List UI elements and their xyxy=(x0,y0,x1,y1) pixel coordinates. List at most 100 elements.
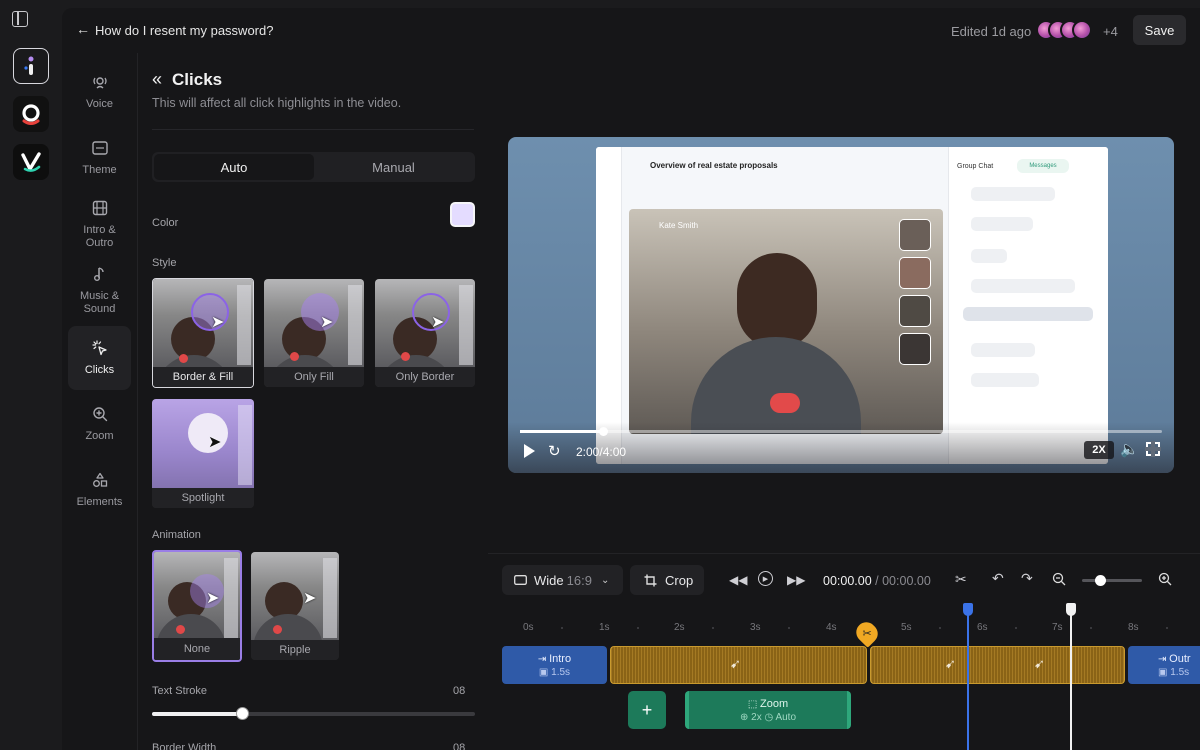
clock-icon: ◷ xyxy=(764,711,776,723)
fast-forward-icon[interactable]: ▶▶ xyxy=(787,573,805,587)
style-caption: Only Border xyxy=(375,367,475,387)
nav-item-theme[interactable]: Theme xyxy=(68,126,131,190)
recorded-page-title: Overview of real estate proposals xyxy=(650,161,778,170)
zoom-clip-title: ⬚ Zoom xyxy=(748,698,788,710)
timeline-toolbar: Wide 16:9 ⌄ Crop ◀◀ ▶ ▶▶ 00:00.00 / 00:0… xyxy=(488,561,1200,597)
playback-speed-button[interactable]: 2X xyxy=(1084,441,1114,459)
collapse-chevrons-icon[interactable]: « xyxy=(152,69,162,90)
nav-item-music-sound[interactable]: Music & Sound xyxy=(68,258,131,322)
cursor-icon: ➤ xyxy=(208,434,222,451)
style-option-spotlight[interactable]: ➤ Spotlight xyxy=(152,399,254,508)
film-icon: ▣ xyxy=(1158,666,1171,678)
timeline-zoom-slider[interactable] xyxy=(1082,575,1142,586)
timeline-ruler[interactable]: 0s 1s 2s 3s 4s 5s 6s 7s 8s xyxy=(488,612,1200,642)
ruler-dot xyxy=(939,627,941,629)
nav-item-intro-outro[interactable]: Intro & Outro xyxy=(68,192,131,256)
nav-item-clicks[interactable]: Clicks xyxy=(68,326,131,390)
video-scrubber[interactable] xyxy=(520,427,1162,436)
slider-knob[interactable] xyxy=(1095,575,1106,586)
v-app-icon xyxy=(21,152,41,172)
ruler-dot xyxy=(1015,627,1017,629)
animation-option-none[interactable]: ➤ None xyxy=(152,550,242,662)
ruler-tick: 8s xyxy=(1128,622,1139,633)
color-swatch[interactable] xyxy=(450,202,475,227)
crop-label: Crop xyxy=(665,572,694,588)
style-option-only-fill[interactable]: ➤ Only Fill xyxy=(264,279,364,387)
play-circle-icon[interactable]: ▶ xyxy=(758,571,773,586)
theme-icon xyxy=(91,139,109,157)
ruler-dot xyxy=(712,627,714,629)
volume-icon[interactable]: 🔈 xyxy=(1120,440,1139,458)
panel-header: « Clicks xyxy=(152,69,222,90)
app-switch-v[interactable] xyxy=(13,144,49,180)
group-chat-panel: Group Chat Messages xyxy=(948,147,1108,464)
mode-toggle: Auto Manual xyxy=(152,152,475,182)
fullscreen-icon[interactable] xyxy=(1145,441,1161,457)
animation-option-ripple[interactable]: ➤ Ripple xyxy=(251,552,339,660)
mode-manual-tab[interactable]: Manual xyxy=(314,154,473,180)
zoom-in-icon xyxy=(91,405,109,423)
zoom-in-icon[interactable] xyxy=(1158,572,1172,589)
speaker-body xyxy=(691,337,861,434)
outro-clip-title: ⇥ Outr xyxy=(1158,653,1191,665)
app-switch-o[interactable] xyxy=(13,96,49,132)
text-stroke-label: Text Stroke xyxy=(152,685,208,697)
undo-icon[interactable]: ↶ xyxy=(992,570,1004,587)
style-label: Style xyxy=(152,257,177,269)
exit-icon: ⇥ xyxy=(1158,653,1170,665)
save-button[interactable]: Save xyxy=(1133,15,1186,45)
collaborator-avatars[interactable] xyxy=(1036,20,1100,40)
aspect-ratio-dropdown[interactable]: Wide 16:9 ⌄ xyxy=(502,565,623,595)
chat-title: Group Chat xyxy=(957,163,994,170)
film-icon: ▣ xyxy=(538,666,552,678)
outro-clip[interactable]: ⇥ Outr ▣ 1.5s xyxy=(1128,646,1200,684)
slider-knob[interactable] xyxy=(236,707,250,720)
audio-waveform xyxy=(871,647,1124,683)
intro-clip-label: Intro xyxy=(549,652,572,665)
nav-label-zoom: Zoom xyxy=(85,430,114,442)
add-zoom-button[interactable]: + xyxy=(628,691,666,729)
zoom-out-icon[interactable] xyxy=(1052,572,1066,589)
aspect-label: Wide xyxy=(534,572,564,588)
chat-bubble xyxy=(971,343,1035,357)
intro-clip[interactable]: ⇥ Intro ▣ 1.5s xyxy=(502,646,607,684)
cursor-icon: ➤ xyxy=(303,590,317,607)
participant-tile xyxy=(899,295,931,327)
ruler-tick: 0s xyxy=(523,622,534,633)
replay-icon[interactable]: ↻ xyxy=(548,442,561,460)
crop-button[interactable]: Crop xyxy=(630,565,704,595)
text-stroke-slider[interactable] xyxy=(152,707,475,720)
click-marker-icon[interactable]: ➹ xyxy=(945,656,956,672)
outro-clip-label: Outr xyxy=(1169,652,1191,665)
style-option-only-border[interactable]: ➤ Only Border xyxy=(375,279,475,387)
video-preview[interactable]: Overview of real estate proposals Kate S… xyxy=(508,137,1174,473)
app-sidebar xyxy=(596,147,622,464)
click-marker-icon[interactable]: ➹ xyxy=(1034,656,1045,672)
video-clip[interactable]: ➹ xyxy=(610,646,867,684)
rewind-icon[interactable]: ◀◀ xyxy=(729,573,747,587)
editor-main: ← How do I resent my password? Edited 1d… xyxy=(62,8,1200,750)
nav-item-elements[interactable]: Elements xyxy=(68,458,131,522)
click-marker-icon[interactable]: ➹ xyxy=(730,656,741,672)
border-width-value: 08 xyxy=(453,742,466,750)
style-option-border-fill[interactable]: ➤ Border & Fill xyxy=(152,278,254,388)
trim-line xyxy=(1070,614,1072,750)
zoom-level: 2x xyxy=(751,711,762,723)
nav-item-voice[interactable]: Voice xyxy=(68,60,131,124)
mode-auto-tab[interactable]: Auto xyxy=(154,154,314,180)
participant-tile xyxy=(899,333,931,365)
video-clip[interactable]: ➹ ➹ xyxy=(870,646,1125,684)
slider-fill xyxy=(152,712,243,716)
redo-icon[interactable]: ↷ xyxy=(1021,570,1033,587)
zoom-clip[interactable]: ⬚ Zoom ⊕ 2x ◷ Auto xyxy=(685,691,851,729)
nav-item-zoom[interactable]: Zoom xyxy=(68,392,131,456)
back-arrow-icon[interactable]: ← xyxy=(76,22,90,36)
scissors-icon[interactable]: ✂ xyxy=(955,571,967,588)
play-icon[interactable] xyxy=(524,444,535,458)
app-switch-i[interactable] xyxy=(13,48,49,84)
intro-clip-title: ⇥ Intro xyxy=(538,653,571,665)
border-width-label: Border Width xyxy=(152,742,217,750)
video-call-frame: Kate Smith xyxy=(629,209,943,434)
duration-text: 1.5s xyxy=(551,666,571,678)
sidebar-toggle-icon[interactable] xyxy=(12,11,28,27)
